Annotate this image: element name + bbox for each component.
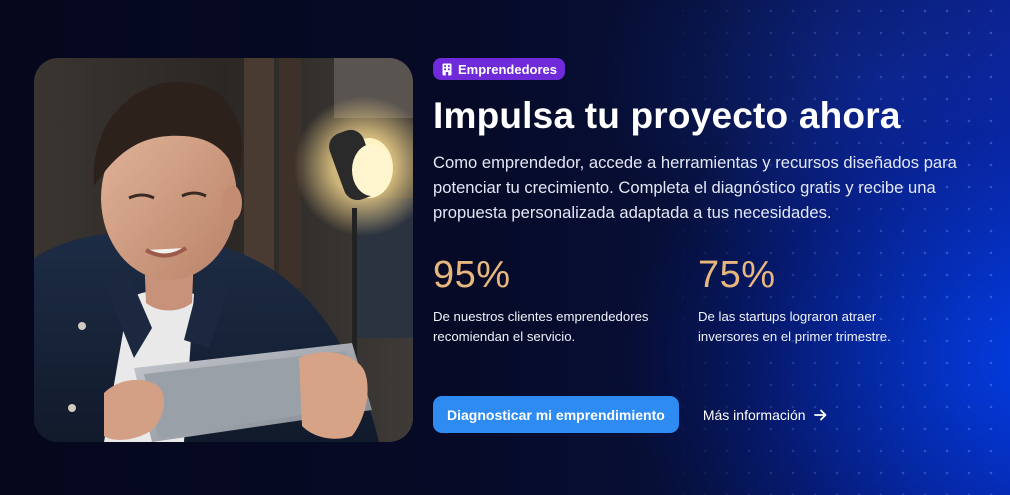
arrow-right-icon <box>813 409 826 420</box>
stat-label: De las startups lograron atraer inversor… <box>698 309 891 344</box>
more-info-label: Más información <box>702 406 806 423</box>
hero-description: Como emprendedor, accede a herramientas … <box>433 153 957 222</box>
man-holding-tablet-photo <box>34 58 413 442</box>
badge-label: Emprendedores <box>458 61 557 77</box>
stats-row: 95% De nuestros clientes emprendedores r… <box>433 255 993 373</box>
hero-section: Emprendedores Impulsa tu proyecto ahora … <box>0 0 1010 495</box>
category-badge: Emprendedores <box>433 58 565 80</box>
stat-value: 75% <box>698 254 776 296</box>
stat-label: De nuestros clientes emprendedores recom… <box>433 309 649 344</box>
page-title: Impulsa tu proyecto ahora <box>433 95 901 136</box>
actions-row: Diagnosticar mi emprendimiento Más infor… <box>433 396 827 433</box>
more-info-link[interactable]: Más información <box>703 407 827 423</box>
hero-photo <box>34 58 413 442</box>
diagnose-button[interactable]: Diagnosticar mi emprendimiento <box>433 396 679 433</box>
stat-item: 95% De nuestros clientes emprendedores r… <box>433 255 663 347</box>
stat-item: 75% De las startups lograron atraer inve… <box>698 255 938 347</box>
stat-value: 95% <box>433 254 511 296</box>
building-icon <box>442 63 452 75</box>
hero-content: Emprendedores Impulsa tu proyecto ahora … <box>433 58 993 373</box>
